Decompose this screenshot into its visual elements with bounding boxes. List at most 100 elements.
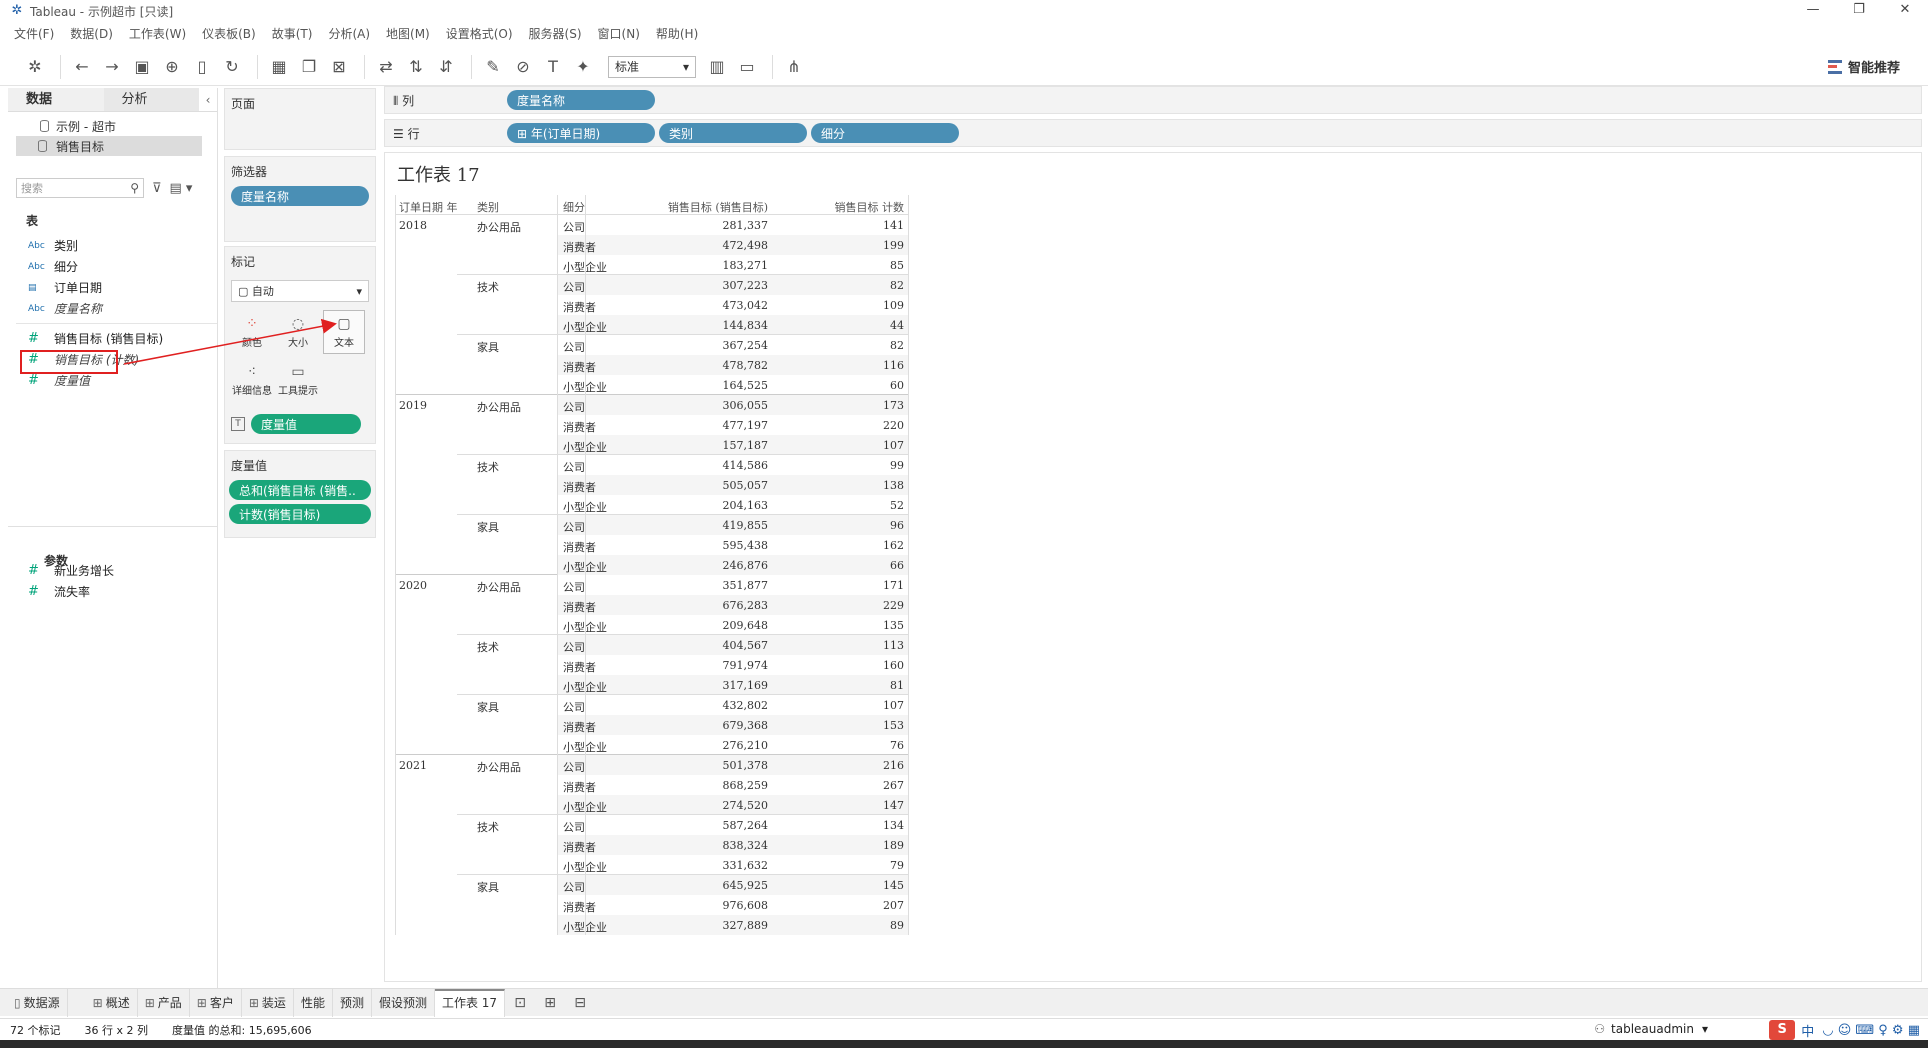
- table-row[interactable]: 消费者 676,283 229: [395, 595, 908, 615]
- filter-pill[interactable]: 度量名称: [231, 186, 369, 206]
- new-story-tab-icon[interactable]: ⊟: [565, 995, 595, 1011]
- tab-shipping[interactable]: ⊞ 装运: [242, 988, 294, 1017]
- sort-descending-icon[interactable]: ⇵: [433, 54, 459, 80]
- table-row[interactable]: 消费者 595,438 162: [395, 535, 908, 555]
- table-row[interactable]: 小型企业274,520147: [395, 795, 908, 815]
- menu-format[interactable]: 设置格式(O): [446, 25, 513, 42]
- labels-icon[interactable]: T: [540, 54, 566, 80]
- columns-pill[interactable]: 度量名称: [507, 90, 655, 110]
- menu-server[interactable]: 服务器(S): [529, 25, 582, 42]
- filter-icon[interactable]: ⊽: [152, 181, 162, 196]
- table-row[interactable]: 2019 办公用品 公司 306,055 173: [395, 395, 908, 415]
- field-measure[interactable]: # 销售目标 (销售目标): [8, 328, 217, 349]
- table-row[interactable]: 家具 公司 645,925 145: [395, 875, 908, 895]
- table-row[interactable]: 小型企业331,63279: [395, 855, 908, 875]
- table-row[interactable]: 技术 公司 587,264 134: [395, 815, 908, 835]
- table-row[interactable]: 小型企业144,83444: [395, 315, 908, 335]
- rows-pill-category[interactable]: 类别: [659, 123, 807, 143]
- ime-logo-icon[interactable]: S: [1769, 1020, 1796, 1040]
- table-row[interactable]: 技术 公司 307,223 82: [395, 275, 908, 295]
- field-dimension[interactable]: ▤ 订单日期: [8, 277, 217, 298]
- share-icon[interactable]: ⋔: [781, 54, 807, 80]
- table-row[interactable]: 消费者 838,324 189: [395, 835, 908, 855]
- measure-pill-sum[interactable]: 总和(销售目标 (销售..: [229, 480, 371, 500]
- fit-select[interactable]: 标准 ▾: [608, 55, 696, 78]
- redo-icon[interactable]: →: [99, 54, 125, 80]
- field-dimension[interactable]: Abc 细分: [8, 256, 217, 277]
- tab-product[interactable]: ⊞ 产品: [138, 988, 190, 1017]
- save-icon[interactable]: ▣: [129, 54, 155, 80]
- table-row[interactable]: 消费者 505,057 138: [395, 475, 908, 495]
- crosstab-table[interactable]: 订单日期 年 类别 细分 销售目标 (销售目标) 销售目标 计数 2018 办公用…: [395, 195, 909, 935]
- new-dashboard-tab-icon[interactable]: ⊞: [535, 995, 565, 1011]
- table-row[interactable]: 消费者 477,197 220: [395, 415, 908, 435]
- measure-pill-count[interactable]: 计数(销售目标): [229, 504, 371, 524]
- refresh-icon[interactable]: ↻: [219, 54, 245, 80]
- table-row[interactable]: 2020 办公用品 公司 351,877 171: [395, 575, 908, 595]
- pin-icon[interactable]: ✦: [570, 54, 596, 80]
- tab-data[interactable]: 数据: [8, 88, 104, 111]
- tableau-home-icon[interactable]: ✲: [22, 54, 48, 80]
- swap-rows-columns-icon[interactable]: ⇄: [373, 54, 399, 80]
- sort-ascending-icon[interactable]: ⇅: [403, 54, 429, 80]
- tab-whatif[interactable]: 假设预测: [372, 988, 435, 1017]
- table-row[interactable]: 技术 公司 414,586 99: [395, 455, 908, 475]
- clear-sheet-icon[interactable]: ⊠: [326, 54, 352, 80]
- field-dimension[interactable]: Abc 度量名称: [8, 298, 217, 319]
- table-row[interactable]: 2021 办公用品 公司 501,378 216: [395, 755, 908, 775]
- ime-language[interactable]: 中: [1801, 1021, 1814, 1040]
- parameter-item[interactable]: # 流失率: [8, 581, 218, 602]
- presentation-icon[interactable]: ▭: [734, 54, 760, 80]
- menu-data[interactable]: 数据(D): [70, 25, 113, 42]
- filters-card[interactable]: 筛选器 度量名称: [224, 156, 376, 242]
- rows-pill-segment[interactable]: 细分: [811, 123, 959, 143]
- highlight-icon[interactable]: ✎: [480, 54, 506, 80]
- tab-customer[interactable]: ⊞ 客户: [190, 988, 242, 1017]
- table-row[interactable]: 消费者 473,042 109: [395, 295, 908, 315]
- collapse-icon[interactable]: ‹: [199, 88, 217, 111]
- table-row[interactable]: 小型企业183,27185: [395, 255, 908, 275]
- table-row[interactable]: 小型企业157,187107: [395, 435, 908, 455]
- tab-analysis[interactable]: 分析: [103, 88, 200, 111]
- table-row[interactable]: 消费者 679,368 153: [395, 715, 908, 735]
- table-row[interactable]: 消费者 976,608 207: [395, 895, 908, 915]
- rows-shelf[interactable]: ☰ 行 ⊞ 年(订单日期) 类别 细分: [384, 119, 1922, 147]
- new-datasource-icon[interactable]: ⊕: [159, 54, 185, 80]
- table-row[interactable]: 小型企业327,88989: [395, 915, 908, 935]
- table-row[interactable]: 消费者 791,974 160: [395, 655, 908, 675]
- menu-analysis[interactable]: 分析(A): [328, 25, 370, 42]
- tab-overview[interactable]: ⊞ 概述: [86, 988, 138, 1017]
- text-button[interactable]: ▢ 文本: [323, 310, 365, 354]
- search-input[interactable]: 搜索 ⚲: [16, 178, 144, 198]
- restore-button[interactable]: ❐: [1836, 0, 1882, 22]
- mark-type-select[interactable]: ▢ 自动 ▾: [231, 280, 369, 302]
- undo-icon[interactable]: ←: [69, 54, 95, 80]
- measure-values-pill[interactable]: 度量值: [251, 414, 361, 434]
- datasource-item-selected[interactable]: 销售目标: [16, 136, 202, 156]
- menu-dashboard[interactable]: 仪表板(B): [202, 25, 256, 42]
- datasource-item[interactable]: 示例 - 超市: [18, 116, 207, 136]
- table-row[interactable]: 小型企业204,16352: [395, 495, 908, 515]
- tooltip-button[interactable]: ▭ 工具提示: [277, 358, 319, 402]
- menu-window[interactable]: 窗口(N): [598, 25, 640, 42]
- pause-updates-icon[interactable]: ▯: [189, 54, 215, 80]
- table-row[interactable]: 小型企业164,52560: [395, 375, 908, 395]
- menu-worksheet[interactable]: 工作表(W): [129, 25, 186, 42]
- size-button[interactable]: ◌ 大小: [277, 310, 319, 354]
- table-row[interactable]: 小型企业276,21076: [395, 735, 908, 755]
- table-row[interactable]: 家具 公司 367,254 82: [395, 335, 908, 355]
- columns-shelf[interactable]: ⦀ 列 度量名称: [384, 86, 1922, 114]
- table-row[interactable]: 消费者 478,782 116: [395, 355, 908, 375]
- show-cards-icon[interactable]: ▥: [704, 54, 730, 80]
- table-row[interactable]: 2018 办公用品 公司 281,337 141: [395, 215, 908, 235]
- table-row[interactable]: 家具 公司 432,802 107: [395, 695, 908, 715]
- minimize-button[interactable]: —: [1790, 0, 1836, 22]
- table-row[interactable]: 小型企业317,16981: [395, 675, 908, 695]
- view-options-icon[interactable]: ▤ ▾: [170, 181, 193, 196]
- table-row[interactable]: 小型企业209,648135: [395, 615, 908, 635]
- tab-forecast[interactable]: 预测: [333, 988, 372, 1017]
- color-button[interactable]: ⁘ 颜色: [231, 310, 273, 354]
- menu-file[interactable]: 文件(F): [14, 25, 54, 42]
- new-worksheet-icon[interactable]: ▦: [266, 54, 292, 80]
- tab-datasource[interactable]: ▯ 数据源: [0, 988, 68, 1017]
